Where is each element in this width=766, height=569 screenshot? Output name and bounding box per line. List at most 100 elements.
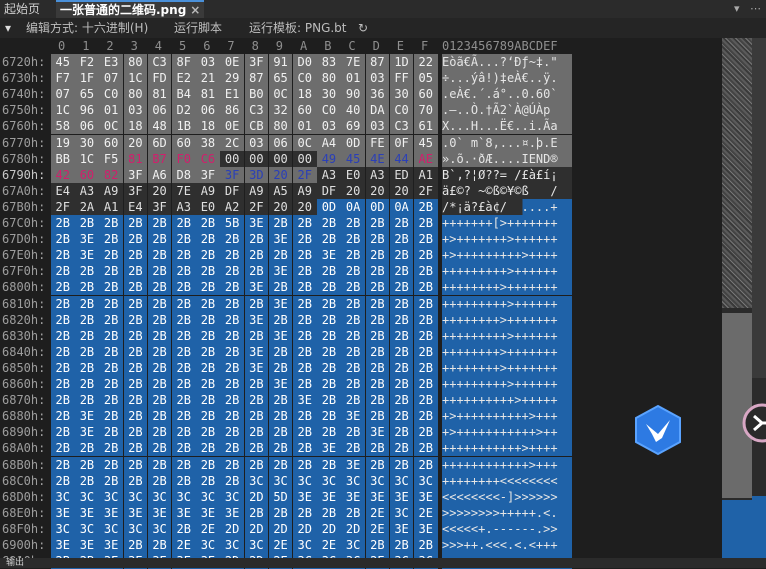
hex-byte[interactable]: 2B bbox=[51, 263, 75, 280]
hex-byte[interactable]: 2D bbox=[268, 520, 293, 537]
hex-byte[interactable]: 3E bbox=[244, 359, 269, 376]
hex-byte[interactable]: 2B bbox=[51, 424, 75, 441]
ascii-cell[interactable]: ++++++++>+++++++ bbox=[442, 279, 572, 296]
hex-byte[interactable]: 2B bbox=[268, 440, 293, 457]
hex-byte[interactable]: 20 bbox=[268, 198, 293, 215]
hex-byte[interactable]: 60 bbox=[293, 102, 317, 119]
hex-byte[interactable]: 2B bbox=[268, 215, 293, 231]
hex-byte[interactable]: 2B bbox=[75, 343, 99, 360]
hex-byte[interactable]: 03 bbox=[123, 102, 148, 119]
hex-byte[interactable]: 2B bbox=[75, 456, 99, 473]
hex-byte[interactable]: 2E bbox=[365, 504, 390, 521]
hex-byte[interactable]: 3F bbox=[220, 166, 244, 183]
hex-byte[interactable]: 2B bbox=[389, 537, 414, 553]
hex-byte[interactable]: BB bbox=[51, 150, 75, 167]
hex-byte[interactable]: 3E bbox=[75, 504, 99, 521]
hex-byte[interactable]: 2B bbox=[389, 263, 414, 280]
hex-byte[interactable]: 3C bbox=[365, 472, 390, 489]
hex-byte[interactable]: 2B bbox=[389, 408, 414, 425]
hex-byte[interactable]: A5 bbox=[268, 182, 293, 199]
hex-byte[interactable]: 3C bbox=[389, 504, 414, 521]
hex-byte[interactable]: 3C bbox=[220, 488, 244, 505]
hex-byte[interactable]: 2B bbox=[123, 456, 148, 473]
hex-byte[interactable]: 2B bbox=[341, 392, 365, 409]
hex-byte[interactable]: 06 bbox=[268, 134, 293, 151]
hex-byte[interactable]: B7 bbox=[147, 150, 172, 167]
hex-byte[interactable]: A1 bbox=[99, 198, 123, 215]
hex-byte[interactable]: 2B bbox=[365, 247, 390, 264]
hex-byte[interactable]: A9 bbox=[293, 182, 317, 199]
hex-byte[interactable]: 2B bbox=[123, 472, 148, 489]
hex-byte[interactable]: 2B bbox=[172, 247, 196, 264]
hex-byte[interactable]: 2B bbox=[365, 343, 390, 360]
hex-byte[interactable]: 3E bbox=[268, 231, 293, 248]
hex-byte[interactable]: 2B bbox=[244, 231, 269, 248]
hex-byte[interactable]: 2B bbox=[414, 359, 438, 376]
hex-byte[interactable]: 3C bbox=[293, 537, 317, 553]
hex-byte[interactable]: 2B bbox=[99, 295, 123, 312]
hex-byte[interactable]: 2B bbox=[75, 440, 99, 457]
hex-byte[interactable]: 61 bbox=[414, 118, 438, 135]
hex-byte[interactable]: 2B bbox=[147, 295, 172, 312]
hex-byte[interactable]: 2B bbox=[317, 504, 341, 521]
hex-byte[interactable]: 03 bbox=[196, 54, 220, 70]
hex-byte[interactable]: 2B bbox=[268, 456, 293, 473]
hex-byte[interactable]: 2B bbox=[51, 359, 75, 376]
hex-byte[interactable]: 3F bbox=[123, 182, 148, 199]
hex-byte[interactable]: 2B bbox=[389, 279, 414, 296]
hex-byte[interactable]: A3 bbox=[317, 166, 341, 183]
hex-byte[interactable]: 3C bbox=[220, 537, 244, 553]
hex-byte[interactable]: 2B bbox=[365, 263, 390, 280]
hex-byte[interactable]: 2B bbox=[317, 263, 341, 280]
hex-byte[interactable]: 2B bbox=[147, 359, 172, 376]
hex-byte[interactable]: 2B bbox=[293, 376, 317, 392]
hex-byte[interactable]: 2B bbox=[220, 295, 244, 312]
ascii-cell[interactable]: .eÀ€.´.á°..0.60` bbox=[442, 86, 572, 103]
hex-byte[interactable]: 2B bbox=[51, 440, 75, 457]
hex-byte[interactable]: A1 bbox=[414, 166, 438, 183]
hex-byte[interactable]: 2B bbox=[75, 279, 99, 296]
close-icon[interactable]: × bbox=[190, 3, 200, 17]
hex-byte[interactable]: 2B bbox=[99, 408, 123, 425]
hex-byte[interactable]: E0 bbox=[341, 166, 365, 183]
hex-byte[interactable]: 2B bbox=[365, 327, 390, 344]
hex-byte[interactable]: 2B bbox=[341, 247, 365, 264]
ascii-cell[interactable]: ++++++++>+++++++ bbox=[442, 359, 572, 376]
hex-byte[interactable]: 38 bbox=[196, 134, 220, 151]
hex-byte[interactable]: 44 bbox=[389, 150, 414, 167]
hex-byte[interactable]: 2B bbox=[172, 472, 196, 489]
hex-byte[interactable]: 2B bbox=[220, 231, 244, 248]
hex-byte[interactable]: 3C bbox=[147, 520, 172, 537]
hex-byte[interactable]: 2E bbox=[365, 520, 390, 537]
hex-byte[interactable]: E4 bbox=[123, 198, 148, 215]
hex-byte[interactable]: 01 bbox=[293, 118, 317, 135]
hex-byte[interactable]: 2B bbox=[196, 456, 220, 473]
hex-byte[interactable]: 3E bbox=[244, 215, 269, 231]
hex-byte[interactable]: 06 bbox=[196, 102, 220, 119]
ascii-cell[interactable]: /*¡ä?£à¢/ ....+ bbox=[442, 198, 572, 215]
hex-byte[interactable]: A6 bbox=[147, 166, 172, 183]
hex-byte[interactable]: 2B bbox=[196, 295, 220, 312]
hex-byte[interactable]: 2D bbox=[244, 488, 269, 505]
hex-byte[interactable]: 2B bbox=[99, 215, 123, 231]
hex-byte[interactable]: 2B bbox=[293, 215, 317, 231]
hex-byte[interactable]: 2F bbox=[293, 166, 317, 183]
hex-byte[interactable]: 3E bbox=[268, 376, 293, 392]
hex-byte[interactable]: 45 bbox=[51, 54, 75, 70]
hex-byte[interactable]: 2B bbox=[414, 263, 438, 280]
hex-byte[interactable]: 60 bbox=[414, 86, 438, 103]
hex-byte[interactable]: 2B bbox=[196, 343, 220, 360]
hex-byte[interactable]: 2D bbox=[317, 520, 341, 537]
hex-byte[interactable]: D0 bbox=[293, 54, 317, 70]
hex-byte[interactable]: 2B bbox=[123, 295, 148, 312]
hex-byte[interactable]: 3F bbox=[147, 198, 172, 215]
overview-scrollbar[interactable] bbox=[722, 38, 752, 558]
hex-byte[interactable]: 2B bbox=[123, 231, 148, 248]
hex-byte[interactable]: 2B bbox=[220, 408, 244, 425]
hex-byte[interactable]: 2B bbox=[220, 456, 244, 473]
hex-byte[interactable]: 2B bbox=[268, 408, 293, 425]
hex-byte[interactable]: 2B bbox=[75, 295, 99, 312]
hex-byte[interactable]: 2B bbox=[172, 408, 196, 425]
hex-byte[interactable]: 2B bbox=[268, 424, 293, 441]
hex-byte[interactable]: 3E bbox=[244, 343, 269, 360]
